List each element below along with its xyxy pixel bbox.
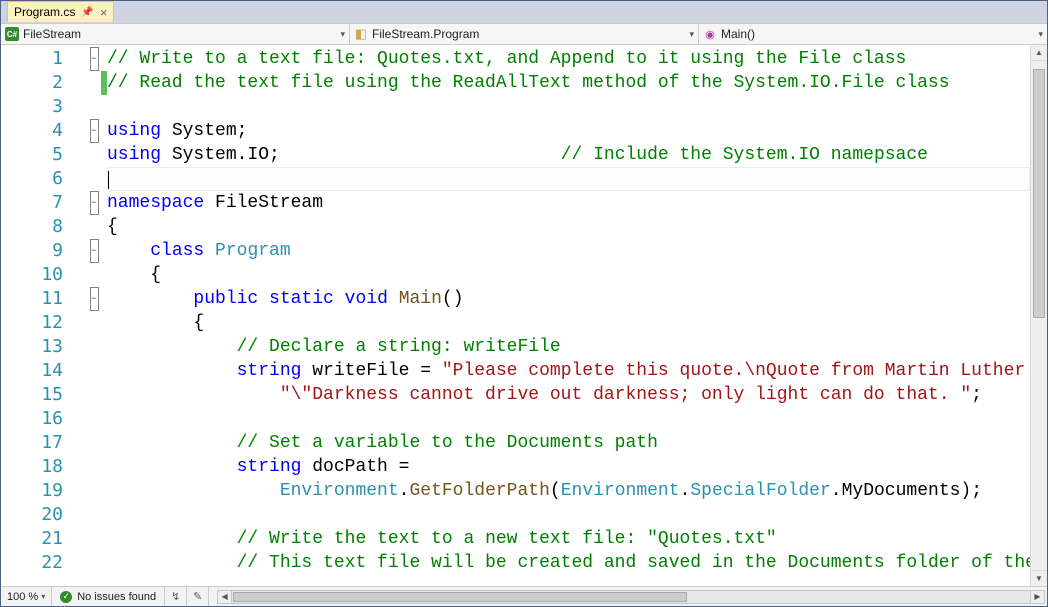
chevron-down-icon: ▾ — [41, 592, 45, 601]
code-line[interactable]: string writeFile = "Please complete this… — [107, 359, 1030, 383]
code-line[interactable] — [107, 167, 1030, 191]
code-line[interactable]: class Program — [107, 239, 1030, 263]
code-line[interactable]: using System.IO; // Include the System.I… — [107, 143, 1030, 167]
chevron-down-icon: ▾ — [340, 29, 345, 40]
fold-toggle-icon[interactable]: − — [90, 47, 99, 71]
tool-button[interactable]: ✎ — [187, 587, 209, 606]
nav-class-label: FileStream.Program — [372, 27, 479, 41]
scroll-left-arrow-icon[interactable]: ◀ — [218, 591, 232, 603]
code-line[interactable]: // Read the text file using the ReadAllT… — [107, 71, 1030, 95]
code-content[interactable]: // Write to a text file: Quotes.txt, and… — [107, 45, 1030, 586]
line-number: 18 — [1, 455, 63, 479]
line-number: 9 — [1, 239, 63, 263]
fold-toggle-icon[interactable]: − — [90, 239, 99, 263]
line-number: 12 — [1, 311, 63, 335]
code-line[interactable]: namespace FileStream — [107, 191, 1030, 215]
file-tab-program[interactable]: Program.cs 📌 × — [7, 1, 114, 22]
code-line[interactable] — [107, 503, 1030, 527]
zoom-control[interactable]: 100 % ▾ — [1, 587, 52, 606]
line-number: 21 — [1, 527, 63, 551]
fold-toggle-icon[interactable]: − — [90, 119, 99, 143]
line-number: 10 — [1, 263, 63, 287]
code-line[interactable]: public static void Main() — [107, 287, 1030, 311]
chevron-down-icon: ▾ — [1038, 29, 1043, 40]
fold-toggle-icon[interactable]: − — [90, 287, 99, 311]
vertical-scrollbar[interactable]: ▲ ▼ — [1030, 45, 1047, 586]
ok-check-icon: ✓ — [60, 591, 72, 603]
line-number: 1 — [1, 47, 63, 71]
code-line[interactable]: // Declare a string: writeFile — [107, 335, 1030, 359]
tool-button[interactable]: ↯ — [165, 587, 187, 606]
line-number: 20 — [1, 503, 63, 527]
code-line[interactable] — [107, 407, 1030, 431]
line-number: 19 — [1, 479, 63, 503]
class-icon: ◧ — [354, 27, 368, 41]
code-line[interactable] — [107, 95, 1030, 119]
line-number: 2 — [1, 71, 63, 95]
line-number: 17 — [1, 431, 63, 455]
code-line[interactable]: { — [107, 311, 1030, 335]
nav-project-combo[interactable]: C# FileStream ▾ — [1, 24, 350, 44]
fold-column[interactable]: − − − − − — [87, 45, 101, 586]
zoom-label: 100 % — [7, 591, 38, 603]
issues-text: No issues found — [77, 591, 156, 603]
issues-indicator[interactable]: ✓ No issues found — [52, 587, 165, 606]
method-icon: ◉ — [703, 27, 717, 41]
csharp-project-icon: C# — [5, 27, 19, 41]
pin-icon[interactable]: 📌 — [81, 7, 93, 18]
nav-method-combo[interactable]: ◉ Main() ▾ — [699, 24, 1047, 44]
line-number: 6 — [1, 167, 63, 191]
line-number: 3 — [1, 95, 63, 119]
horizontal-scrollbar[interactable]: ◀ ▶ — [217, 590, 1045, 604]
code-line[interactable]: Environment.GetFolderPath(Environment.Sp… — [107, 479, 1030, 503]
nav-project-label: FileStream — [23, 27, 81, 41]
code-editor[interactable]: 12345678910111213141516171819202122 −−−−… — [1, 45, 1047, 586]
code-line[interactable]: { — [107, 215, 1030, 239]
tab-strip: Program.cs 📌 × — [1, 1, 1047, 23]
line-number: 22 — [1, 551, 63, 575]
chevron-down-icon: ▾ — [689, 29, 694, 40]
scroll-down-arrow-icon[interactable]: ▼ — [1031, 570, 1047, 586]
line-number: 7 — [1, 191, 63, 215]
line-number: 4 — [1, 119, 63, 143]
status-bar: 100 % ▾ ✓ No issues found ↯ ✎ ◀ ▶ — [1, 586, 1047, 606]
fold-toggle-icon[interactable]: − — [90, 191, 99, 215]
scroll-right-arrow-icon[interactable]: ▶ — [1030, 591, 1044, 603]
code-line[interactable]: using System; — [107, 119, 1030, 143]
scroll-thumb[interactable] — [1033, 69, 1045, 318]
scroll-up-arrow-icon[interactable]: ▲ — [1031, 45, 1047, 61]
line-number: 14 — [1, 359, 63, 383]
navigation-bar: C# FileStream ▾ ◧ FileStream.Program ▾ ◉… — [1, 23, 1047, 45]
code-line[interactable]: // Set a variable to the Documents path — [107, 431, 1030, 455]
line-number: 15 — [1, 383, 63, 407]
line-number: 11 — [1, 287, 63, 311]
code-line[interactable]: { — [107, 263, 1030, 287]
close-icon[interactable]: × — [100, 6, 108, 19]
line-number: 13 — [1, 335, 63, 359]
code-line[interactable]: "\"Darkness cannot drive out darkness; o… — [107, 383, 1030, 407]
line-number-gutter: 12345678910111213141516171819202122 — [1, 45, 87, 586]
line-number: 8 — [1, 215, 63, 239]
code-line[interactable]: // Write to a text file: Quotes.txt, and… — [107, 47, 1030, 71]
file-tab-label: Program.cs — [14, 5, 75, 19]
nav-method-label: Main() — [721, 27, 755, 41]
code-line[interactable]: // Write the text to a new text file: "Q… — [107, 527, 1030, 551]
scroll-thumb[interactable] — [233, 592, 687, 602]
code-line[interactable]: string docPath = — [107, 455, 1030, 479]
code-line[interactable]: // This text file will be created and sa… — [107, 551, 1030, 575]
nav-class-combo[interactable]: ◧ FileStream.Program ▾ — [350, 24, 699, 44]
line-number: 5 — [1, 143, 63, 167]
line-number: 16 — [1, 407, 63, 431]
